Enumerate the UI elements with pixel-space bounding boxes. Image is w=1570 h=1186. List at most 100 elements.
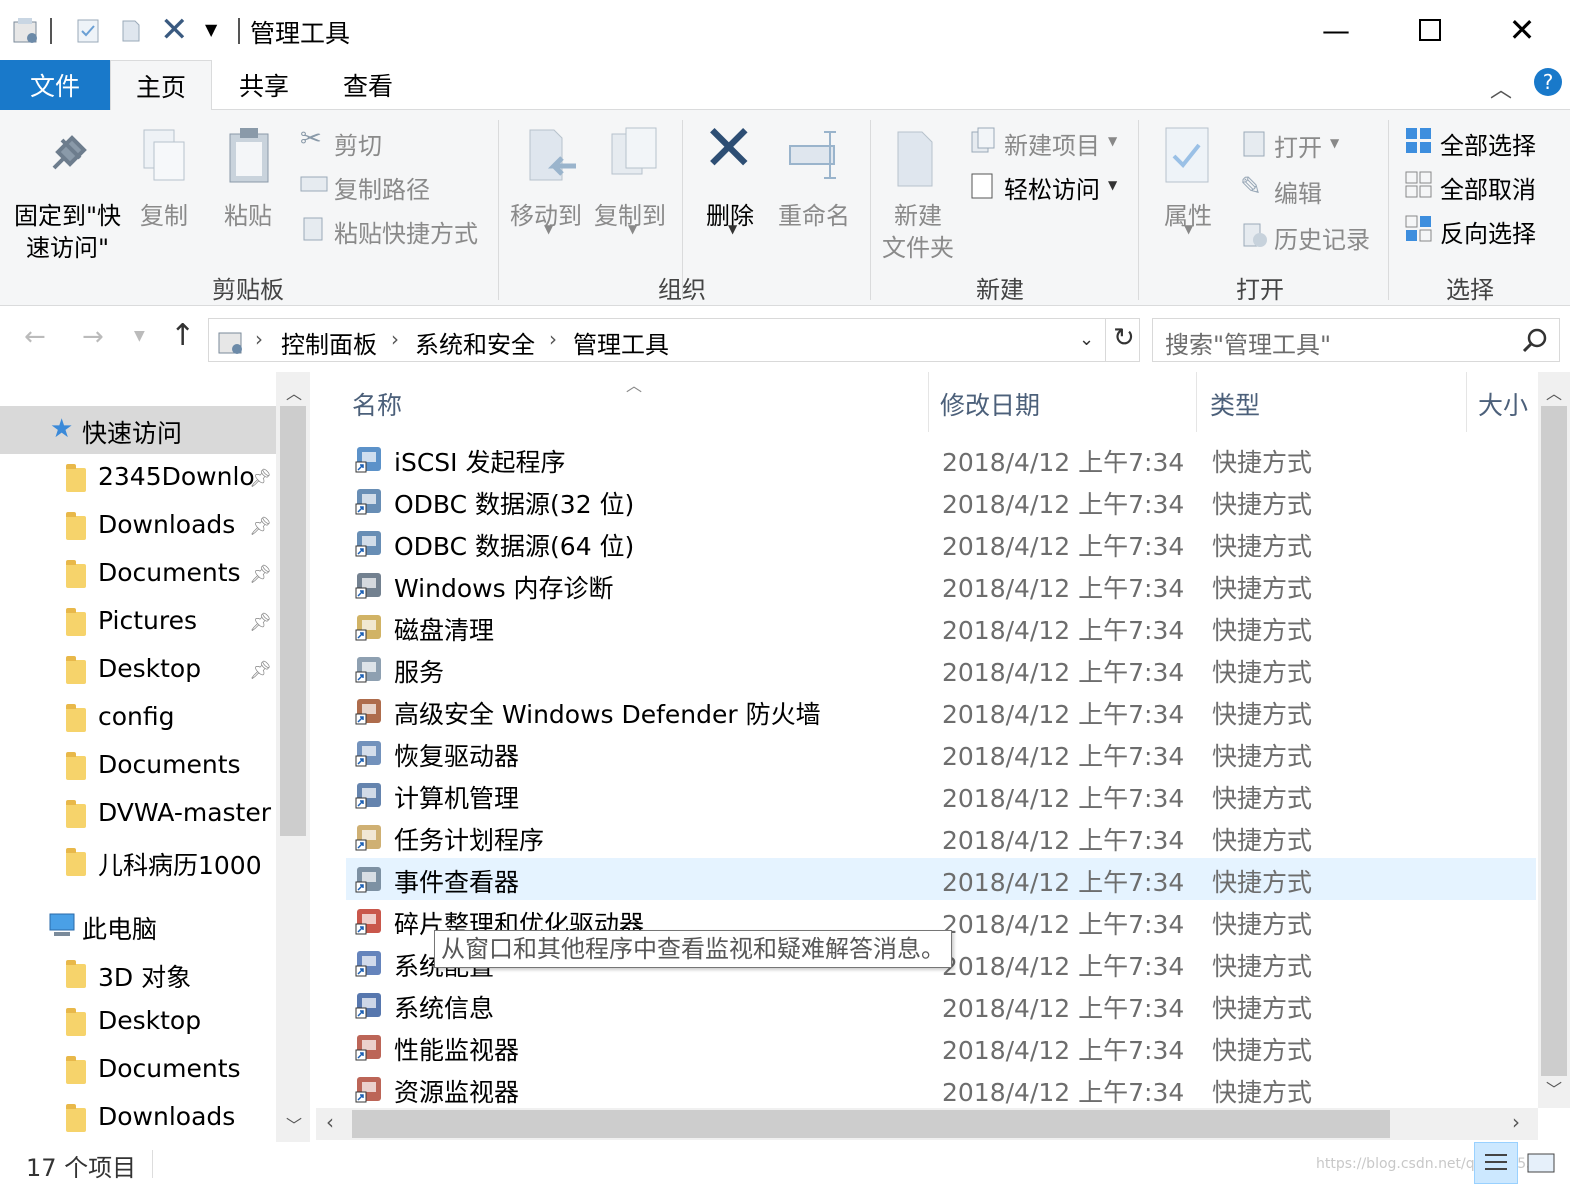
close-button[interactable]: ✕ [1476,0,1568,60]
list-scroll-up-chevron-icon[interactable]: ︿ [1546,380,1562,404]
table-row[interactable]: ODBC 数据源(64 位) 2018/4/12 上午7:34 快捷方式 [346,522,1536,564]
list-scroll-thumb[interactable] [1541,406,1567,1076]
nav-scrollbar[interactable]: ︿ ﹀ [276,372,310,1142]
table-row[interactable]: 磁盘清理 2018/4/12 上午7:34 快捷方式 [346,606,1536,648]
help-icon[interactable]: ? [1534,68,1562,96]
nav-item-quick-access[interactable]: Pictures 📌︎ [0,598,276,646]
pin-icon[interactable]: 📌︎ [249,564,272,585]
recent-locations-chevron-icon[interactable]: ▼ [134,328,145,344]
column-header-type[interactable]: 类型 [1210,386,1260,422]
address-bar[interactable]: › 控制面板 › 系统和安全 › 管理工具 ⌄ ↻ [208,318,1140,362]
minimize-button[interactable]: — [1290,0,1382,60]
column-separator[interactable] [928,372,929,432]
new-folder-button[interactable]: 新建 [894,196,942,231]
maximize-button[interactable] [1384,0,1476,60]
copy-to-dropdown-icon[interactable]: ▼ [628,222,637,236]
column-header-size[interactable]: 大小 [1478,386,1528,422]
column-separator[interactable] [1196,372,1197,432]
breadcrumb-admin-tools[interactable]: 管理工具 [573,325,669,360]
delete-qat-icon[interactable]: ✕ [160,10,189,50]
tab-file[interactable]: 文件 [0,60,110,110]
paste-shortcut-button[interactable]: 粘贴快捷方式 [334,214,478,249]
breadcrumb-system-security[interactable]: 系统和安全 [415,325,535,360]
open-button[interactable]: 打开 [1274,128,1322,163]
refresh-icon[interactable]: ↻ [1113,323,1135,353]
horizontal-scroll-thumb[interactable] [352,1110,1390,1138]
forward-arrow-icon[interactable]: → [82,322,104,352]
invert-selection-button[interactable]: 反向选择 [1440,214,1536,249]
nav-item-quick-access[interactable]: Desktop 📌︎ [0,646,276,694]
paste-button[interactable]: 粘贴 [224,196,272,231]
pin-quick-access-label[interactable]: 固定到"快 [14,196,121,231]
list-horizontal-scrollbar[interactable]: ‹ › [316,1108,1538,1140]
pin-icon[interactable]: 📌︎ [249,612,272,633]
new-item-button[interactable]: 新建项目 [1004,126,1100,161]
new-item-dropdown-icon[interactable]: ▼ [1108,134,1117,148]
scroll-up-chevron-icon[interactable]: ︿ [286,380,302,404]
large-icons-view-button[interactable] [1524,1148,1558,1178]
copy-button[interactable]: 复制 [140,196,188,231]
breadcrumb-separator-icon[interactable]: › [549,327,557,351]
customize-qat-chevron-icon[interactable]: ▼ [205,20,217,39]
nav-item-quick-access[interactable]: Documents 📌︎ [0,550,276,598]
scroll-down-chevron-icon[interactable]: ﹀ [286,1112,302,1136]
rename-button[interactable]: 重命名 [778,196,850,231]
move-to-dropdown-icon[interactable]: ▼ [544,222,553,236]
up-arrow-icon[interactable]: ↑ [170,318,195,353]
properties-qat-icon[interactable] [76,18,100,44]
table-row[interactable]: 资源监视器 2018/4/12 上午7:34 快捷方式 [346,1068,1536,1110]
nav-item-quick-access[interactable]: Documents [0,742,276,790]
select-none-button[interactable]: 全部取消 [1440,170,1536,205]
breadcrumb-separator-icon[interactable]: › [255,327,263,351]
edit-button[interactable]: 编辑 [1274,174,1322,209]
nav-item-quick-access[interactable]: 2345Downlo 📌︎ [0,454,276,502]
nav-item-this-pc[interactable]: Downloads [0,1094,276,1142]
tab-share[interactable]: 共享 [212,60,316,110]
breadcrumb-separator-icon[interactable]: › [391,327,399,351]
table-row[interactable]: 服务 2018/4/12 上午7:34 快捷方式 [346,648,1536,690]
collapse-ribbon-chevron-icon[interactable]: ︿ [1490,72,1512,104]
nav-item-this-pc[interactable]: Desktop [0,998,276,1046]
breadcrumb-control-panel[interactable]: 控制面板 [281,325,377,360]
table-row[interactable]: 系统信息 2018/4/12 上午7:34 快捷方式 [346,984,1536,1026]
easy-access-button[interactable]: 轻松访问 [1004,170,1100,205]
tab-view[interactable]: 查看 [316,60,420,110]
table-row[interactable]: 高级安全 Windows Defender 防火墙 2018/4/12 上午7:3… [346,690,1536,732]
table-row[interactable]: 计算机管理 2018/4/12 上午7:34 快捷方式 [346,774,1536,816]
list-scrollbar[interactable]: ︿ ﹀ [1538,372,1570,1108]
nav-this-pc[interactable]: 此电脑 [0,902,276,950]
back-arrow-icon[interactable]: ← [24,322,46,352]
table-row[interactable]: 恢复驱动器 2018/4/12 上午7:34 快捷方式 [346,732,1536,774]
copy-path-button[interactable]: 复制路径 [334,170,430,205]
easy-access-dropdown-icon[interactable]: ▼ [1108,178,1117,192]
nav-item-this-pc[interactable]: 3D 对象 [0,950,276,998]
pin-icon[interactable]: 📌︎ [249,660,272,681]
select-all-button[interactable]: 全部选择 [1440,126,1536,161]
open-dropdown-icon[interactable]: ▼ [1330,136,1339,150]
new-folder-button-2[interactable]: 文件夹 [882,228,954,263]
cut-button[interactable]: 剪切 [334,126,382,161]
address-history-chevron-icon[interactable]: ⌄ [1079,329,1094,350]
column-header-date[interactable]: 修改日期 [940,386,1040,422]
details-view-button[interactable] [1474,1142,1518,1184]
table-row[interactable]: Windows 内存诊断 2018/4/12 上午7:34 快捷方式 [346,564,1536,606]
list-scroll-down-chevron-icon[interactable]: ﹀ [1546,1076,1562,1100]
nav-scroll-thumb[interactable] [280,406,306,836]
history-button[interactable]: 历史记录 [1274,220,1370,255]
column-header-name[interactable]: 名称 [352,386,402,422]
scroll-right-chevron-icon[interactable]: › [1512,1110,1520,1134]
nav-item-quick-access[interactable]: DVWA-master [0,790,276,838]
table-row[interactable]: 性能监视器 2018/4/12 上午7:34 快捷方式 [346,1026,1536,1068]
nav-item-quick-access[interactable]: config [0,694,276,742]
column-separator[interactable] [1466,372,1467,432]
tab-home[interactable]: 主页 [110,60,212,111]
admin-tools-icon[interactable] [10,14,42,46]
delete-dropdown-icon[interactable]: ▼ [728,222,737,236]
nav-item-this-pc[interactable]: Documents [0,1046,276,1094]
pin-icon[interactable]: 📌︎ [249,468,272,489]
table-row[interactable]: 任务计划程序 2018/4/12 上午7:34 快捷方式 [346,816,1536,858]
properties-dropdown-icon[interactable]: ▼ [1184,222,1193,236]
pin-quick-access-label-2[interactable]: 速访问" [26,228,109,263]
table-row[interactable]: ODBC 数据源(32 位) 2018/4/12 上午7:34 快捷方式 [346,480,1536,522]
search-input[interactable]: 搜索"管理工具" [1165,325,1331,360]
